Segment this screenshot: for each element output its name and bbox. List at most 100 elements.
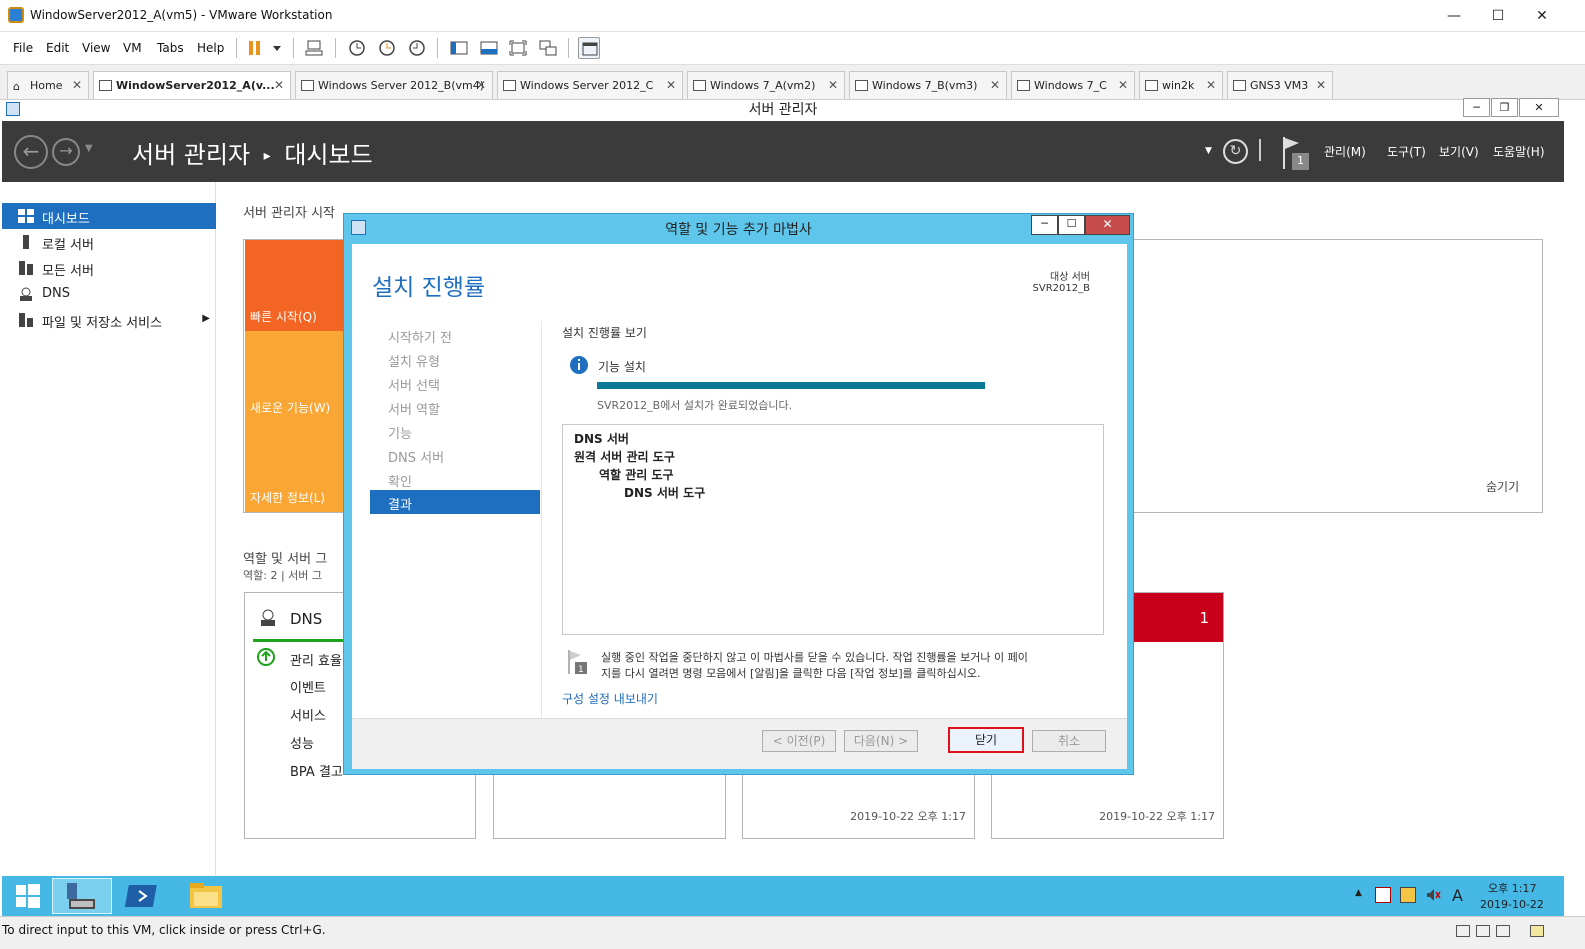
sidebar-item-dns[interactable]: DNS (2, 281, 216, 307)
history-dropdown-icon[interactable]: ▼ (85, 143, 93, 154)
thumbnail-bar-icon[interactable] (478, 37, 500, 59)
usb-icon[interactable] (1496, 925, 1510, 937)
snapshot-icon[interactable] (346, 37, 368, 59)
previous-button[interactable]: < 이전(P) (762, 730, 836, 752)
powershell-icon[interactable] (114, 878, 174, 914)
hard-disk-icon[interactable] (1456, 925, 1470, 937)
minimize-button[interactable]: — (1444, 6, 1464, 26)
menu-view[interactable]: 보기(V) (1439, 143, 1479, 160)
menu-tools[interactable]: 도구(T) (1387, 143, 1426, 160)
close-icon[interactable]: ✕ (72, 78, 82, 92)
close-wizard-button[interactable]: 닫기 (948, 727, 1024, 753)
close-icon[interactable]: ✕ (1118, 78, 1128, 92)
network-icon[interactable] (1400, 887, 1416, 903)
chevron-down-icon[interactable] (266, 37, 288, 59)
close-icon[interactable]: ✕ (990, 78, 1000, 92)
file-explorer-icon[interactable] (176, 878, 236, 914)
notifications-flag-icon[interactable]: 1 (1281, 135, 1311, 171)
show-hidden-icons[interactable]: ▲ (1355, 888, 1362, 898)
clock-time[interactable]: 오후 1:17 (1488, 880, 1536, 896)
server-manager-taskbar-icon[interactable] (52, 878, 112, 914)
learn-more-tile[interactable]: 자세한 정보(L) (245, 422, 345, 512)
maximize-button[interactable]: ☐ (1488, 6, 1508, 26)
card-item-manageability[interactable]: 관리 효율 (290, 650, 342, 669)
fullscreen-icon[interactable] (507, 37, 529, 59)
minimize-button[interactable]: ─ (1031, 215, 1058, 235)
close-button[interactable]: ✕ (1519, 98, 1559, 117)
vm-icon (1017, 80, 1030, 91)
close-icon[interactable]: ✕ (274, 78, 284, 92)
close-icon[interactable]: ✕ (476, 78, 486, 92)
card-item-bpa[interactable]: BPA 결고 (290, 761, 343, 780)
chevron-right-icon[interactable]: ▶ (202, 313, 210, 324)
tab-windows-server-2012-b[interactable]: Windows Server 2012_B(vm4) ✕ (295, 71, 493, 99)
sidebar-item-dashboard[interactable]: 대시보드 (2, 203, 216, 229)
tab-windows-server-2012-c[interactable]: Windows Server 2012_C ✕ (497, 71, 683, 99)
restore-button[interactable]: ❐ (1491, 98, 1518, 117)
progress-label: 기능 설치 (598, 360, 646, 374)
notice-line-2: 지를 다시 열려면 명령 모음에서 [알림]을 클릭한 다음 [작업 정보]를 … (601, 667, 981, 680)
sidebar-item-file-storage[interactable]: 파일 및 저장소 서비스 ▶ (2, 307, 216, 333)
export-settings-link[interactable]: 구성 설정 내보내기 (562, 690, 658, 707)
menu-manage[interactable]: 관리(M) (1324, 143, 1366, 160)
sidebar: 대시보드 로컬 서버 모든 서버 DNS 파일 및 저장소 서비스 ▶ (2, 182, 216, 875)
unity-icon[interactable] (537, 37, 559, 59)
tab-windows-7-b[interactable]: Windows 7_B(vm3) ✕ (849, 71, 1007, 99)
card-timestamp: 2019-10-22 오후 1:17 (850, 810, 966, 823)
step-confirmation: 확인 (388, 475, 412, 490)
tab-windows-7-a[interactable]: Windows 7_A(vm2) ✕ (687, 71, 845, 99)
chevron-down-icon[interactable]: ▼ (1205, 146, 1212, 156)
forward-icon[interactable]: → (52, 138, 80, 166)
step-results[interactable]: 결과 (370, 490, 540, 514)
close-icon[interactable]: ✕ (828, 78, 838, 92)
message-log-icon[interactable] (1530, 925, 1544, 937)
tab-windowserver2012-a[interactable]: WindowServer2012_A(v... ✕ (93, 71, 291, 99)
server-icon (23, 235, 29, 249)
tab-win2k[interactable]: win2k ✕ (1139, 71, 1223, 99)
snapshot-manager-icon[interactable] (406, 37, 428, 59)
clock-date[interactable]: 2019-10-22 (1480, 898, 1544, 911)
console-view-icon[interactable] (578, 37, 600, 59)
menu-help[interactable]: Help (197, 41, 224, 55)
cancel-button[interactable]: 취소 (1032, 730, 1106, 752)
pause-icon[interactable] (244, 37, 266, 59)
next-button[interactable]: 다음(N) > (844, 730, 918, 752)
server-manager-title-bar: 서버 관리자 ─ ❐ ✕ (2, 98, 1564, 121)
menu-vm[interactable]: VM (123, 41, 142, 55)
sidebar-item-all-servers[interactable]: 모든 서버 (2, 255, 216, 281)
menu-help[interactable]: 도움말(H) (1493, 143, 1545, 160)
tab-windows-7-c[interactable]: Windows 7_C ✕ (1011, 71, 1135, 99)
menu-view[interactable]: View (82, 41, 110, 55)
back-icon[interactable]: ← (14, 135, 48, 169)
menu-file[interactable]: File (13, 41, 33, 55)
card-item-services[interactable]: 서비스 (290, 705, 326, 724)
menu-tabs[interactable]: Tabs (157, 41, 184, 55)
info-icon (570, 356, 588, 374)
maximize-button[interactable]: ☐ (1058, 215, 1085, 235)
action-center-icon[interactable] (1375, 887, 1391, 903)
card-item-performance[interactable]: 성능 (290, 733, 314, 752)
tab-gns3-vm3[interactable]: GNS3 VM3 ✕ (1227, 71, 1333, 99)
close-button[interactable]: ✕ (1085, 215, 1130, 235)
menu-edit[interactable]: Edit (46, 41, 69, 55)
close-icon[interactable]: ✕ (1206, 78, 1216, 92)
send-ctrl-alt-del-icon[interactable] (303, 37, 325, 59)
breadcrumb-root[interactable]: 서버 관리자 (132, 141, 250, 169)
network-adapter-icon[interactable] (1476, 925, 1490, 937)
tab-home[interactable]: ⌂ Home ✕ (7, 71, 89, 99)
revert-snapshot-icon[interactable] (376, 37, 398, 59)
close-icon[interactable]: ✕ (666, 78, 676, 92)
quick-start-tile[interactable]: 빠른 시작(Q) (245, 240, 345, 331)
minimize-button[interactable]: ─ (1463, 98, 1490, 117)
card-item-events[interactable]: 이벤트 (290, 677, 326, 696)
hide-link[interactable]: 숨기기 (1486, 478, 1519, 495)
sidebar-toggle-icon[interactable] (448, 37, 470, 59)
ime-icon[interactable]: A (1452, 886, 1463, 905)
close-button[interactable]: ✕ (1532, 6, 1552, 26)
step-installation-type: 설치 유형 (388, 355, 440, 370)
refresh-icon[interactable]: ↻ (1223, 139, 1248, 164)
whats-new-tile[interactable]: 새로운 기능(W) (245, 331, 345, 422)
sidebar-item-local-server[interactable]: 로컬 서버 (2, 229, 216, 255)
volume-muted-icon[interactable] (1425, 887, 1441, 903)
close-icon[interactable]: ✕ (1316, 78, 1326, 92)
